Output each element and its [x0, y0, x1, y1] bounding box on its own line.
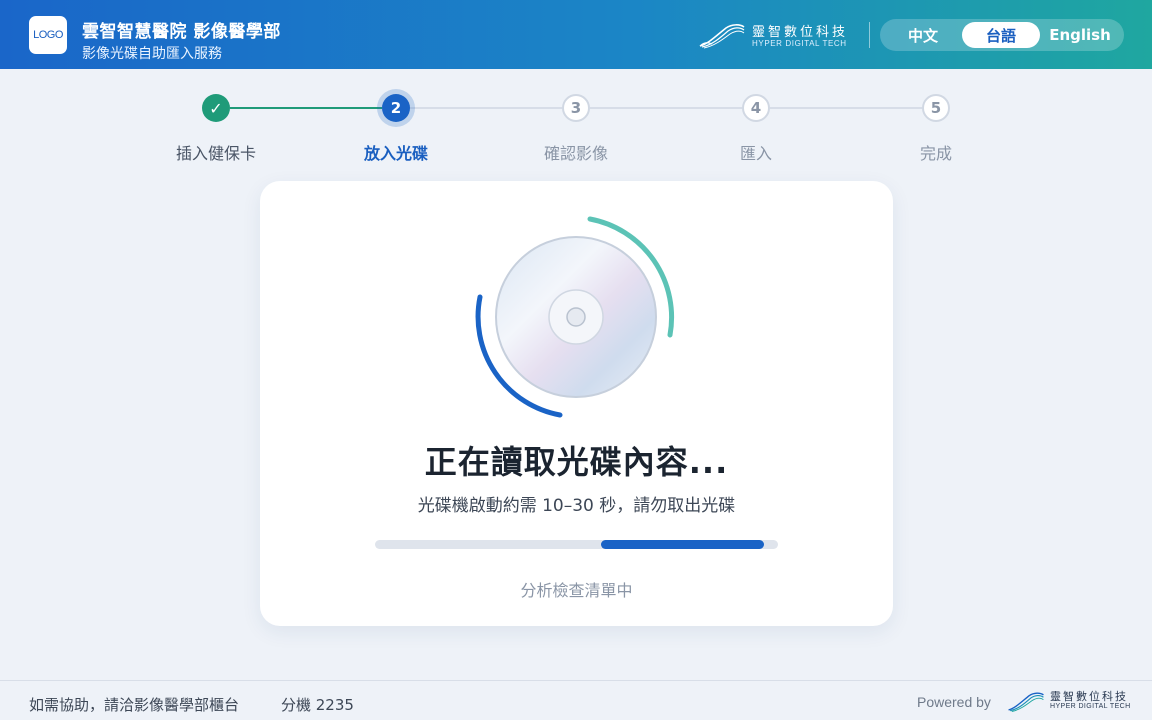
reading-progress-bar — [375, 540, 778, 549]
footer-brand-en: HYPER DIGITAL TECH — [1050, 703, 1131, 710]
step-connector-4 — [770, 107, 922, 109]
step-connector-2 — [410, 107, 562, 109]
step-connector-3 — [590, 107, 742, 109]
lang-english-button[interactable]: English — [1040, 22, 1120, 48]
help-message: 如需協助，請洽影像醫學部櫃台 — [29, 696, 240, 714]
help-extension: 分機 2235 — [281, 696, 354, 714]
app-header: LOGO 雲智智慧醫院 影像醫學部 影像光碟自助匯入服務 靈智數位科技 HYPE… — [0, 0, 1152, 69]
step-4-indicator: 4 — [742, 94, 770, 122]
logo-text: LOGO — [33, 29, 63, 41]
reading-disc-card: 正在讀取光碟內容... 光碟機啟動約需 10–30 秒，請勿取出光碟 分析檢查清… — [260, 181, 893, 626]
brand-name-cn: 靈智數位科技 — [752, 25, 849, 40]
step-5-label: 完成 — [919, 144, 952, 163]
vendor-brand: 靈智數位科技 HYPER DIGITAL TECH — [698, 20, 854, 52]
footer-wave-logo-icon — [1008, 692, 1044, 712]
step-4-label: 匯入 — [739, 144, 772, 163]
footer-brand-cn: 靈智數位科技 — [1050, 690, 1128, 703]
powered-by-label: Powered by — [917, 694, 991, 710]
hospital-logo: LOGO — [29, 16, 67, 54]
reading-hint: 光碟機啟動約需 10–30 秒，請勿取出光碟 — [417, 496, 736, 516]
step-connector-1 — [230, 107, 382, 109]
step-1-label: 插入健保卡 — [175, 144, 256, 163]
brand-name-en: HYPER DIGITAL TECH — [752, 39, 847, 48]
service-subtitle: 影像光碟自助匯入服務 — [82, 46, 222, 62]
lang-zh-button[interactable]: 中文 — [884, 22, 962, 48]
reading-title: 正在讀取光碟內容... — [424, 443, 729, 481]
step-5-indicator: 5 — [922, 94, 950, 122]
footer-vendor-brand: 靈智數位科技 HYPER DIGITAL TECH — [1007, 688, 1132, 716]
lang-taiwanese-button[interactable]: 台語 — [962, 22, 1040, 48]
wave-logo-icon — [699, 24, 745, 49]
step-1-check-icon: ✓ — [202, 94, 230, 122]
step-3-indicator: 3 — [562, 94, 590, 122]
reading-status: 分析檢查清單中 — [520, 581, 633, 600]
footer-divider — [0, 680, 1152, 681]
disc-spinner — [466, 208, 686, 428]
step-2-label: 放入光碟 — [363, 144, 428, 163]
reading-progress-fill — [601, 540, 764, 549]
header-divider — [869, 22, 870, 48]
step-3-label: 確認影像 — [543, 144, 608, 163]
step-2-indicator: 2 — [382, 94, 410, 122]
hospital-title: 雲智智慧醫院 影像醫學部 — [82, 22, 281, 42]
language-switch: 中文 台語 English — [880, 19, 1124, 51]
